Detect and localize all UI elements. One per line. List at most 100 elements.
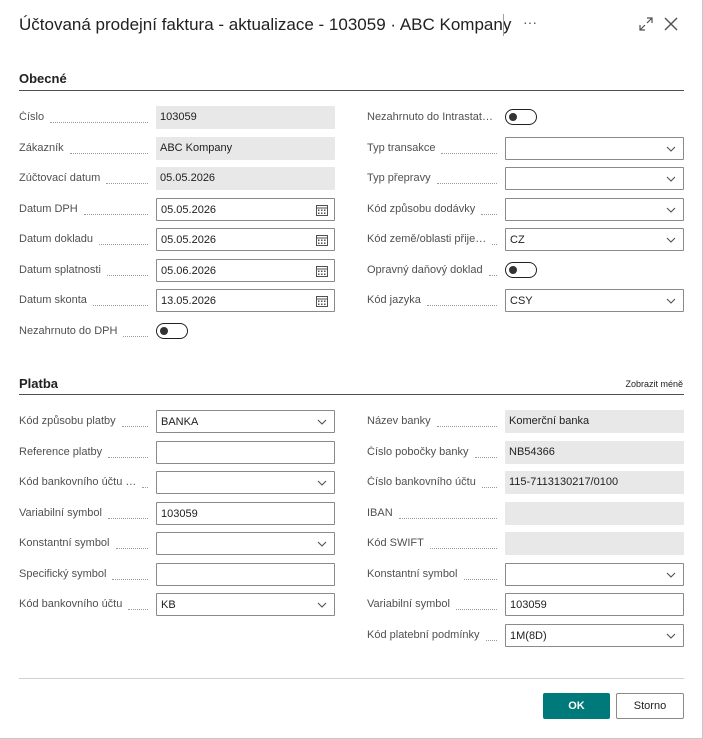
chevron-down-icon[interactable] <box>317 539 327 549</box>
chevron-down-icon[interactable] <box>666 174 676 184</box>
date-input[interactable]: 05.05.2026 <box>156 228 335 251</box>
label-leader <box>108 446 148 458</box>
field-kod-zpusobu-platby: Kód způsobu platby BANKA <box>19 410 335 433</box>
toggle-switch[interactable] <box>156 322 188 339</box>
date-input[interactable]: 05.06.2026 <box>156 258 335 282</box>
label-leader <box>50 111 148 123</box>
field-kod-zeme-oblasti-prije: Kód země/oblasti přije… CZ <box>367 228 684 251</box>
close-icon[interactable] <box>663 16 679 32</box>
field-value: 103059 <box>510 599 547 611</box>
dropdown[interactable] <box>156 471 335 494</box>
section-divider-general <box>19 90 684 91</box>
label-leader <box>398 507 497 519</box>
field-typ-transakce: Typ transakce <box>367 136 684 160</box>
chevron-down-icon[interactable] <box>317 600 327 610</box>
field-label: Kód způsobu platby <box>19 415 116 427</box>
dropdown[interactable] <box>505 197 684 221</box>
text-input[interactable]: 103059 <box>505 593 684 616</box>
show-less-link[interactable]: Zobrazit méně <box>625 379 683 389</box>
field-value: CSY <box>510 295 533 307</box>
cancel-button[interactable]: Storno <box>616 693 684 719</box>
text-input[interactable] <box>156 562 335 586</box>
header-divider <box>503 14 504 36</box>
chevron-down-icon[interactable] <box>317 478 327 488</box>
dialog-title: Účtovaná prodejní faktura - aktualizace … <box>19 15 512 34</box>
field-datum-skonta: Datum skonta 13.05.2026 <box>19 289 335 312</box>
chevron-down-icon[interactable] <box>666 296 676 306</box>
calendar-icon[interactable] <box>316 234 328 246</box>
field-kod-jazyka: Kód jazyka CSY <box>367 289 684 312</box>
text-input[interactable]: 103059 <box>156 501 335 525</box>
text-input[interactable] <box>156 440 335 464</box>
field-typ-prepravy: Typ přepravy <box>367 167 684 190</box>
toggle-switch[interactable] <box>505 109 537 125</box>
field-value: 1M(8D) <box>510 629 547 642</box>
label-leader <box>106 172 148 184</box>
section-divider-payment <box>19 394 684 395</box>
label-leader <box>481 476 497 488</box>
field-label: Kód jazyka <box>367 294 421 306</box>
field-value: CZ <box>510 234 525 246</box>
calendar-icon[interactable] <box>316 204 328 216</box>
field-nazev-banky: Název banky Komerční banka <box>367 410 684 433</box>
field-label: Nezahrnuto do DPH <box>19 324 118 337</box>
field-value: ABC Kompany <box>160 141 233 154</box>
field-label: Variabilní symbol <box>19 506 102 519</box>
dropdown[interactable]: CZ <box>505 228 684 251</box>
field-specificky-symbol: Specifický symbol <box>19 562 335 586</box>
label-leader <box>142 476 148 488</box>
field-label: Variabilní symbol <box>367 598 450 610</box>
dropdown[interactable]: BANKA <box>156 410 335 433</box>
field-value: 115-7113130217/0100 <box>509 476 619 488</box>
field-value: KB <box>161 599 176 611</box>
field-label: Kód způsobu dodávky <box>367 202 476 215</box>
field-datum-dokladu: Datum dokladu 05.05.2026 <box>19 228 335 251</box>
readonly-value: Komerční banka <box>505 410 684 433</box>
chevron-down-icon[interactable] <box>666 570 676 580</box>
field-value: 05.05.2026 <box>160 172 216 184</box>
expand-icon[interactable] <box>638 16 654 32</box>
dropdown[interactable]: CSY <box>505 289 684 312</box>
field-label: Kód SWIFT <box>367 537 424 549</box>
field-label: Kód země/oblasti přije… <box>367 233 487 245</box>
label-leader <box>107 507 148 519</box>
calendar-icon[interactable] <box>316 265 328 277</box>
label-leader <box>112 568 148 580</box>
field-label: Opravný daňový doklad <box>367 263 483 276</box>
label-leader <box>463 568 497 580</box>
dropdown[interactable]: KB <box>156 593 335 616</box>
toggle-switch[interactable] <box>505 261 537 278</box>
label-leader <box>106 264 148 276</box>
field-iban: IBAN <box>367 501 684 525</box>
dropdown[interactable] <box>505 562 684 586</box>
chevron-down-icon[interactable] <box>666 205 676 215</box>
dropdown[interactable] <box>505 167 684 190</box>
date-input[interactable]: 05.05.2026 <box>156 197 335 221</box>
calendar-icon[interactable] <box>316 295 328 307</box>
dropdown[interactable] <box>156 532 335 555</box>
chevron-down-icon[interactable] <box>666 144 676 154</box>
section-title-payment: Platba <box>19 376 59 391</box>
field-nezahrnuto-do-intrastat: Nezahrnuto do Intrastat… <box>367 106 684 129</box>
field-kod-swift: Kód SWIFT <box>367 532 684 555</box>
label-leader <box>429 537 497 549</box>
dropdown[interactable] <box>505 136 684 160</box>
label-leader <box>488 264 497 276</box>
field-zakaznik: Zákazník ABC Kompany <box>19 136 335 160</box>
chevron-down-icon[interactable] <box>317 417 327 427</box>
field-value: 13.05.2026 <box>161 295 217 307</box>
more-options-icon[interactable]: ··· <box>521 12 539 32</box>
field-variabilni-symbol: Variabilní symbol 103059 <box>19 501 335 525</box>
ok-button[interactable]: OK <box>543 693 610 719</box>
chevron-down-icon[interactable] <box>666 631 676 641</box>
label-leader <box>83 203 148 215</box>
label-leader <box>69 142 148 154</box>
field-label: Kód bankovního účtu <box>19 598 123 610</box>
chevron-down-icon[interactable] <box>666 235 676 245</box>
dropdown[interactable]: 1M(8D) <box>505 623 684 647</box>
field-label: Datum dokladu <box>19 233 93 245</box>
field-value: 05.06.2026 <box>161 264 217 277</box>
label-leader <box>485 629 497 641</box>
field-label: Typ přepravy <box>367 172 431 184</box>
date-input[interactable]: 13.05.2026 <box>156 289 335 312</box>
